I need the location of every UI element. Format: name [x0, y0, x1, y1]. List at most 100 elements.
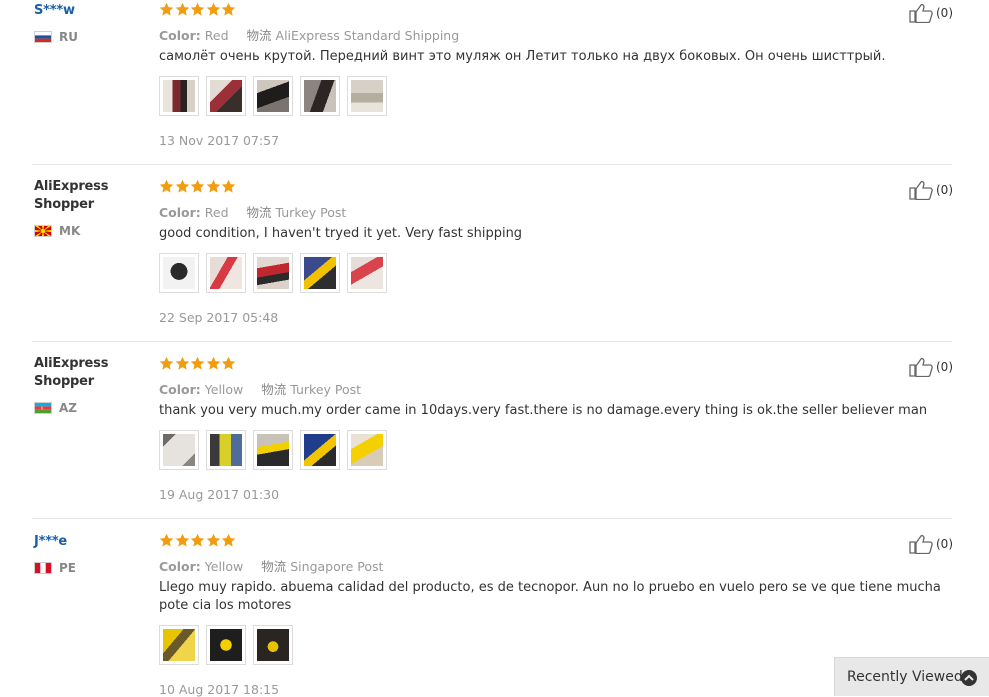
country-code: AZ — [59, 401, 77, 415]
reviewer-name: AliExpress Shopper — [34, 356, 109, 389]
flag-mk-icon — [34, 225, 52, 237]
review-date: 19 Aug 2017 01:30 — [159, 487, 280, 502]
review-date: 13 Nov 2017 07:57 — [159, 133, 280, 148]
helpful-count: (0) — [936, 6, 953, 20]
helpful-button[interactable]: (0) — [909, 534, 953, 554]
shipping-label: 物流 — [261, 382, 287, 397]
star-rating — [159, 179, 237, 195]
star-icon — [221, 179, 236, 193]
color-value: Red — [204, 205, 229, 220]
star-icon — [175, 179, 189, 193]
review-photos — [159, 625, 300, 665]
star-icon — [221, 2, 236, 16]
star-icon — [206, 2, 220, 16]
review-photo[interactable] — [206, 625, 246, 665]
star-icon — [190, 356, 205, 370]
helpful-button[interactable]: (0) — [909, 180, 953, 200]
star-icon — [159, 179, 174, 193]
recently-viewed-label: Recently Viewed — [847, 669, 963, 685]
chevron-up-icon — [961, 670, 977, 686]
helpful-button[interactable]: (0) — [909, 3, 953, 23]
review-divider — [32, 164, 952, 165]
shipping-value: Turkey Post — [275, 205, 347, 220]
shipping-label: 物流 — [246, 28, 272, 43]
reviewer-country: PE — [34, 561, 76, 575]
reviewer-name[interactable]: J***e — [34, 533, 134, 551]
color-label: Color: — [159, 559, 201, 574]
review-divider — [32, 341, 952, 342]
star-icon — [175, 533, 189, 547]
review-photos — [159, 430, 394, 470]
reviewer-country: MK — [34, 224, 80, 238]
star-icon — [159, 533, 174, 547]
star-rating — [159, 2, 237, 18]
review-photo[interactable] — [206, 76, 246, 116]
reviewer-country: AZ — [34, 401, 77, 415]
color-label: Color: — [159, 382, 201, 397]
star-icon — [206, 356, 220, 370]
shipping-value: AliExpress Standard Shipping — [275, 28, 460, 43]
star-icon — [206, 179, 220, 193]
reviewer-country: RU — [34, 30, 78, 44]
review-photo[interactable] — [300, 253, 340, 293]
order-info: Color: Red 物流 AliExpress Standard Shippi… — [159, 25, 459, 44]
review-photo[interactable] — [159, 253, 199, 293]
review-photo[interactable] — [300, 430, 340, 470]
thumbs-up-icon — [909, 3, 933, 23]
review-photos — [159, 76, 394, 116]
review-date: 10 Aug 2017 18:15 — [159, 682, 280, 697]
review-photo[interactable] — [347, 430, 387, 470]
review-photo[interactable] — [159, 625, 199, 665]
order-info: Color: Red 物流 Turkey Post — [159, 202, 346, 221]
review-date: 22 Sep 2017 05:48 — [159, 310, 279, 325]
thumbs-up-icon — [909, 534, 933, 554]
reviewer-name[interactable]: S***w — [34, 2, 134, 20]
helpful-button[interactable]: (0) — [909, 357, 953, 377]
review-photo[interactable] — [347, 253, 387, 293]
star-icon — [190, 533, 205, 547]
order-info: Color: Yellow 物流 Turkey Post — [159, 379, 361, 398]
helpful-count: (0) — [936, 183, 953, 197]
review-photo[interactable] — [300, 76, 340, 116]
star-icon — [175, 356, 189, 370]
review-photo[interactable] — [206, 253, 246, 293]
review-text: good condition, I haven't tryed it yet. … — [159, 226, 523, 241]
color-value: Yellow — [204, 382, 244, 397]
review-text: thank you very much.my order came in 10d… — [159, 403, 928, 418]
shipping-label: 物流 — [261, 559, 287, 574]
review-photo[interactable] — [253, 76, 293, 116]
review-divider — [32, 518, 952, 519]
star-icon — [206, 533, 220, 547]
review-photo[interactable] — [253, 625, 293, 665]
review-photo[interactable] — [159, 76, 199, 116]
star-icon — [190, 2, 205, 16]
helpful-count: (0) — [936, 537, 953, 551]
review-photo[interactable] — [206, 430, 246, 470]
review-text: самолёт очень крутой. Передний винт это … — [159, 49, 886, 64]
review-photo[interactable] — [159, 430, 199, 470]
star-rating — [159, 356, 237, 372]
star-icon — [159, 356, 174, 370]
star-rating — [159, 533, 237, 549]
star-icon — [159, 2, 174, 16]
shipping-value: Singapore Post — [290, 559, 384, 574]
thumbs-up-icon — [909, 180, 933, 200]
star-icon — [175, 2, 189, 16]
recently-viewed-tab[interactable]: Recently Viewed — [834, 657, 989, 696]
shipping-value: Turkey Post — [290, 382, 362, 397]
country-code: MK — [59, 224, 81, 238]
star-icon — [221, 356, 236, 370]
shipping-label: 物流 — [246, 205, 272, 220]
flag-pe-icon — [34, 562, 52, 574]
order-info: Color: Yellow 物流 Singapore Post — [159, 556, 383, 575]
review-photo[interactable] — [347, 76, 387, 116]
reviewer-name: AliExpress Shopper — [34, 179, 109, 212]
review-photo[interactable] — [253, 253, 293, 293]
country-code: RU — [59, 30, 78, 44]
helpful-count: (0) — [936, 360, 953, 374]
review-photos — [159, 253, 394, 293]
color-value: Yellow — [204, 559, 244, 574]
color-label: Color: — [159, 205, 201, 220]
review-photo[interactable] — [253, 430, 293, 470]
color-label: Color: — [159, 28, 201, 43]
